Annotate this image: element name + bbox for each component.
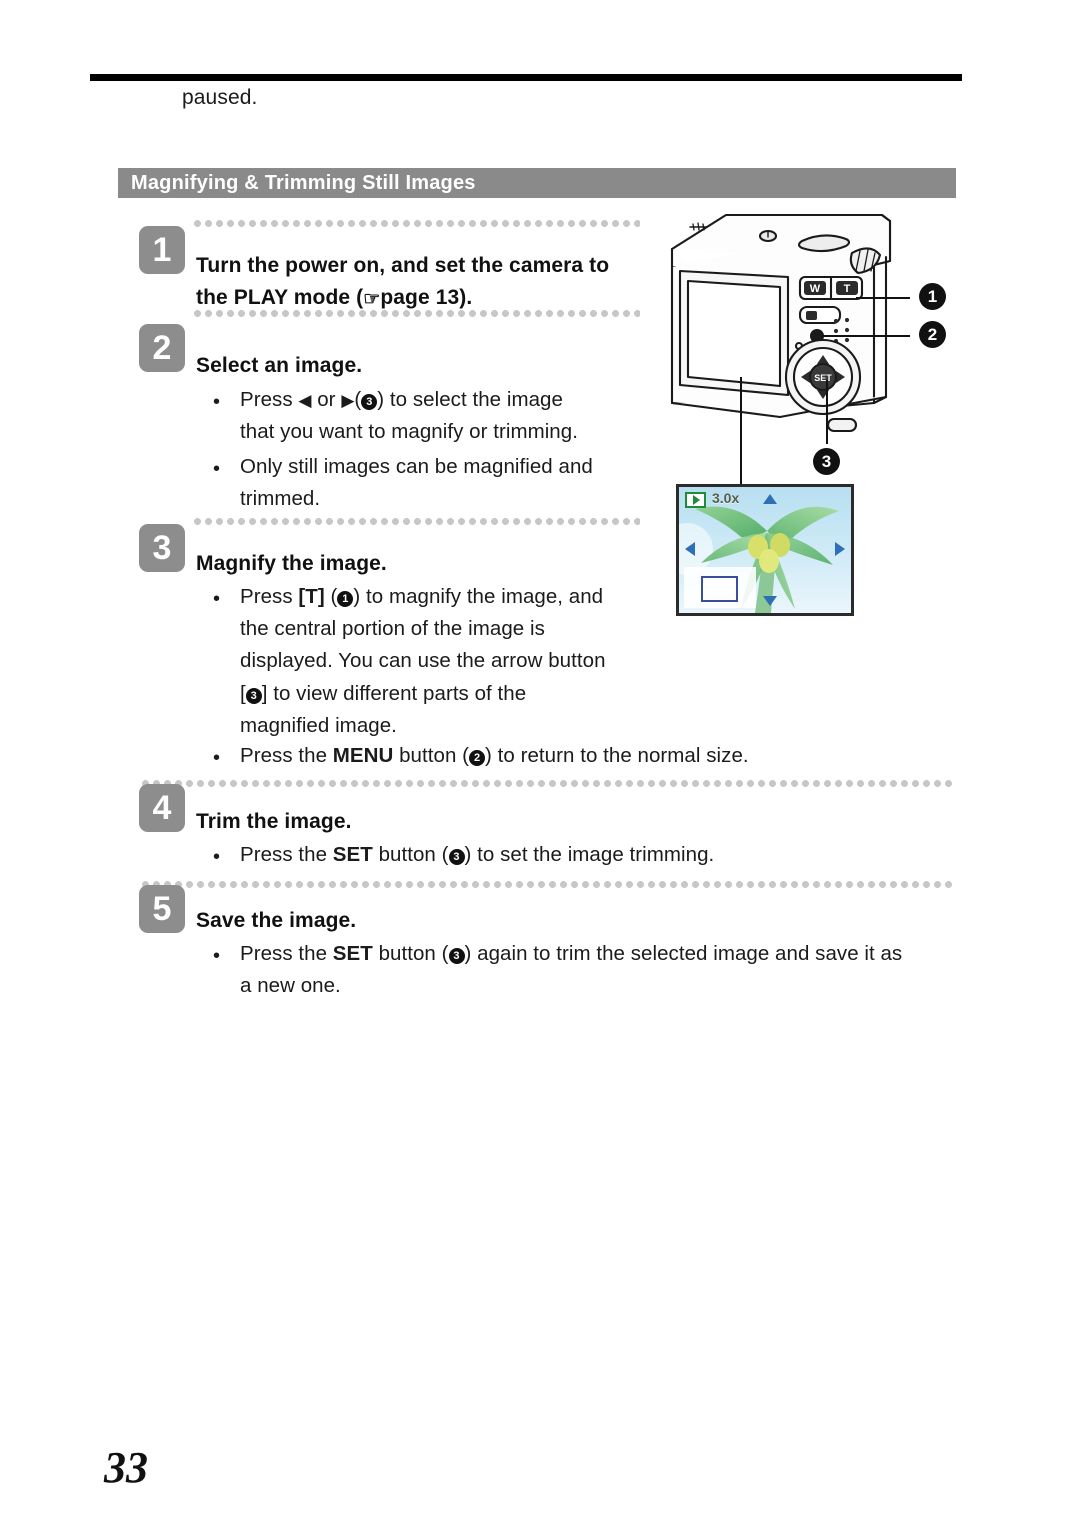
svg-text:W: W	[810, 283, 821, 295]
s3-b1-open: (	[330, 585, 338, 608]
step-divider-3	[192, 518, 640, 525]
step-3-bullet-1-line-3: displayed. You can use the arrow button	[240, 649, 606, 672]
callout-ref-2: 2	[469, 750, 486, 766]
step-5-bullet-1-line-2: a new one.	[240, 974, 341, 997]
set-button-key: SET	[332, 942, 373, 965]
manual-page: paused. Magnifying & Trimming Still Imag…	[0, 0, 1080, 1527]
step-2-bullet-1-line-1: Press ◀ or ▶(3) to select the image	[240, 388, 563, 412]
bullet-glyph: •	[213, 391, 221, 413]
step-1-text-b: page 13).	[380, 286, 473, 309]
menu-button-key: MENU	[332, 744, 394, 767]
s2-b1-or: or	[317, 388, 336, 411]
svg-text:T: T	[844, 283, 851, 295]
step-1-title-line2: the PLAY mode (☞page 13).	[196, 286, 472, 311]
pointing-hand-icon: ☞	[363, 289, 381, 310]
s2-b1-press: Press	[240, 388, 293, 411]
step-5-title: Save the image.	[196, 909, 357, 932]
crop-position-thumbnail	[684, 567, 756, 608]
step-3-bullet-1-line-4: [3] to view different parts of the	[240, 682, 526, 706]
zoom-level-label: 3.0x	[712, 490, 740, 506]
bullet-glyph: •	[213, 846, 221, 868]
play-mode-icon	[685, 492, 706, 508]
step-number-4: 4	[139, 784, 185, 832]
step-2-title: Select an image.	[196, 354, 363, 377]
s3-b2-rest: ) to return to the normal size.	[485, 744, 749, 767]
step-4-title: Trim the image.	[196, 810, 352, 833]
step-divider-4	[140, 780, 952, 787]
step-1-title-line1: Turn the power on, and set the camera to	[196, 254, 610, 277]
nav-up-arrow-icon	[763, 494, 777, 504]
step-3-bullet-1-line-2: the central portion of the image is	[240, 617, 545, 640]
arrow-left-icon: ◀	[298, 391, 312, 410]
nav-right-arrow-icon	[835, 542, 845, 556]
s3-b2-press: Press the	[240, 744, 328, 767]
arrow-right-icon: ▶	[341, 391, 355, 410]
t-button-key: [T]	[298, 585, 325, 608]
step-5-bullet-1-line-1: Press the SET button (3) again to trim t…	[240, 942, 902, 966]
set-button-key: SET	[332, 843, 373, 866]
s2-b1-open: (	[354, 388, 362, 411]
s5-b1-mid: button (	[378, 942, 449, 965]
step-divider-5	[140, 881, 952, 888]
step-2-bullet-1-line-2: that you want to magnify or trimming.	[240, 420, 578, 443]
svg-text:SET: SET	[814, 373, 832, 383]
step-number-5: 5	[139, 885, 185, 933]
leadline-callout-2	[823, 335, 910, 337]
step-3-bullet-2: Press the MENU button (2) to return to t…	[240, 744, 749, 768]
s4-b1-mid: button (	[378, 843, 449, 866]
step-2-bullet-2-line-1: Only still images can be magnified and	[240, 455, 593, 478]
nav-left-arrow-icon	[685, 542, 695, 556]
page-number: 33	[104, 1443, 148, 1492]
step-divider-2	[192, 310, 640, 317]
callout-ref-3: 3	[448, 849, 465, 865]
nav-down-arrow-icon	[763, 596, 777, 606]
callout-ref-3: 3	[448, 948, 465, 964]
s5-b1-rest: ) again to trim the selected image and s…	[464, 942, 903, 965]
lcd-preview: 3.0x	[676, 484, 854, 616]
callout-badge-3: 3	[813, 448, 840, 475]
callout-badge-2: 2	[919, 321, 946, 348]
s4-b1-press: Press the	[240, 843, 328, 866]
step-3-title: Magnify the image.	[196, 552, 387, 575]
step-3-bullet-1-line-1: Press [T] (1) to magnify the image, and	[240, 585, 603, 609]
step-3-bullet-1-line-5: magnified image.	[240, 714, 397, 737]
step-1-text-a: the PLAY mode (	[196, 286, 364, 309]
callout-ref-3: 3	[361, 394, 378, 410]
step-number-2: 2	[139, 324, 185, 372]
bullet-glyph: •	[213, 945, 221, 967]
callout-ref-1: 1	[337, 591, 354, 607]
s5-b1-press: Press the	[240, 942, 328, 965]
callout-badge-1: 1	[919, 283, 946, 310]
s3-b1-rest: ) to magnify the image, and	[353, 585, 604, 608]
step-2-bullet-2-line-2: trimmed.	[240, 487, 321, 510]
s3-b2-mid: button (	[399, 744, 470, 767]
step-number-3: 3	[139, 524, 185, 572]
step-divider-1	[192, 220, 640, 227]
s4-b1-rest: ) to set the image trimming.	[464, 843, 715, 866]
bullet-glyph: •	[213, 458, 221, 480]
leadline-lcd-vert	[740, 377, 742, 487]
s3-b1-l4-open: [	[240, 682, 246, 705]
s3-b1-l4-rest: ] to view different parts of the	[261, 682, 527, 705]
bullet-glyph: •	[213, 747, 221, 769]
crop-rectangle-indicator	[701, 576, 738, 602]
leadline-callout-1	[856, 297, 910, 299]
callout-ref-3: 3	[245, 688, 262, 704]
step-number-1: 1	[139, 226, 185, 274]
s3-b1-press: Press	[240, 585, 293, 608]
bullet-glyph: •	[213, 588, 221, 610]
step-4-bullet-1: Press the SET button (3) to set the imag…	[240, 843, 714, 867]
s2-b1-rest: ) to select the image	[377, 388, 563, 411]
leadline-callout-3-vert	[826, 380, 828, 444]
